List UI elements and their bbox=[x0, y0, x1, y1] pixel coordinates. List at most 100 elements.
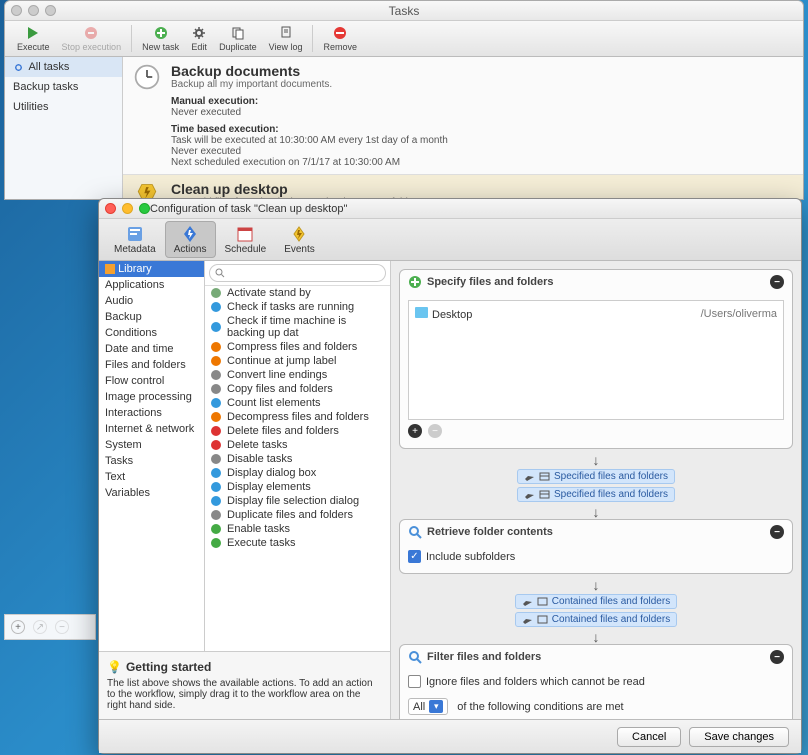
task-row[interactable]: Backup documents Backup all my important… bbox=[123, 57, 803, 175]
lightbulb-icon: 💡 bbox=[107, 660, 122, 674]
task-desc: Backup all my important documents. bbox=[171, 79, 448, 90]
action-item[interactable]: Enable tasks bbox=[205, 522, 390, 536]
flow-arrow-icon: ↓ bbox=[399, 453, 793, 467]
file-row[interactable]: Desktop /Users/oliverma bbox=[413, 305, 779, 323]
duplicate-button[interactable]: Duplicate bbox=[213, 21, 263, 56]
tab-actions[interactable]: Actions bbox=[165, 221, 216, 258]
collapse-button[interactable]: − bbox=[770, 525, 784, 539]
cat-item[interactable]: Text bbox=[99, 469, 204, 485]
action-item[interactable]: Activate stand by bbox=[205, 286, 390, 300]
file-list[interactable]: Desktop /Users/oliverma bbox=[408, 300, 784, 420]
task-row[interactable]: Clean up desktop Move old files from the… bbox=[123, 175, 803, 199]
output-pill[interactable]: Specified files and folders bbox=[517, 469, 675, 484]
tab-events[interactable]: Events bbox=[275, 221, 324, 258]
cat-item[interactable]: System bbox=[99, 437, 204, 453]
action-icon bbox=[210, 439, 222, 451]
zoom-icon[interactable] bbox=[139, 203, 150, 214]
task-title: Backup documents bbox=[171, 63, 448, 79]
remove-file-button: − bbox=[428, 424, 442, 438]
action-item[interactable]: Convert line endings bbox=[205, 368, 390, 382]
task-title: Clean up desktop bbox=[171, 181, 419, 197]
action-icon bbox=[210, 321, 222, 333]
cat-item[interactable]: Conditions bbox=[99, 325, 204, 341]
cancel-button[interactable]: Cancel bbox=[617, 727, 681, 747]
output-pill[interactable]: Contained files and folders bbox=[515, 594, 677, 609]
action-item[interactable]: Delete tasks bbox=[205, 438, 390, 452]
action-item[interactable]: Count list elements bbox=[205, 396, 390, 410]
tab-schedule[interactable]: Schedule bbox=[216, 221, 276, 258]
action-item[interactable]: Continue at jump label bbox=[205, 354, 390, 368]
tasks-list: Backup documents Backup all my important… bbox=[123, 57, 803, 199]
config-titlebar: Configuration of task "Clean up desktop" bbox=[99, 199, 801, 219]
help-panel: 💡Getting started The list above shows th… bbox=[99, 652, 390, 719]
save-button[interactable]: Save changes bbox=[689, 727, 789, 747]
action-item[interactable]: Copy files and folders bbox=[205, 382, 390, 396]
action-list[interactable]: Activate stand byCheck if tasks are runn… bbox=[205, 286, 390, 651]
add-group-button[interactable]: + bbox=[11, 620, 25, 634]
config-toolbar: Metadata Actions Schedule Events bbox=[99, 219, 801, 261]
flow-arrow-icon: ↓ bbox=[399, 630, 793, 644]
action-item[interactable]: Delete files and folders bbox=[205, 424, 390, 438]
cat-library[interactable]: Library bbox=[99, 261, 204, 277]
action-search-input[interactable] bbox=[209, 264, 386, 282]
help-text: The list above shows the available actio… bbox=[107, 678, 382, 711]
cat-item[interactable]: Internet & network bbox=[99, 421, 204, 437]
action-item[interactable]: Check if tasks are running bbox=[205, 300, 390, 314]
action-item[interactable]: Decompress files and folders bbox=[205, 410, 390, 424]
sidebar-item-all-tasks[interactable]: All tasks bbox=[5, 57, 122, 77]
action-item[interactable]: Display elements bbox=[205, 480, 390, 494]
config-title: Configuration of task "Clean up desktop" bbox=[150, 203, 347, 215]
action-item[interactable]: Check if time machine is backing up dat bbox=[205, 314, 390, 340]
traffic-max-icon[interactable] bbox=[45, 5, 56, 16]
traffic-close-icon[interactable] bbox=[11, 5, 22, 16]
add-file-button[interactable]: + bbox=[408, 424, 422, 438]
action-icon bbox=[210, 495, 222, 507]
action-icon bbox=[210, 467, 222, 479]
category-list[interactable]: Library Applications Audio Backup Condit… bbox=[99, 261, 205, 651]
sidebar-item-utilities[interactable]: Utilities bbox=[5, 97, 122, 117]
cat-item[interactable]: Flow control bbox=[99, 373, 204, 389]
tab-metadata[interactable]: Metadata bbox=[105, 221, 165, 258]
cat-item[interactable]: Date and time bbox=[99, 341, 204, 357]
step-retrieve-contents: Retrieve folder contents − ✓ Include sub… bbox=[399, 519, 793, 574]
action-item[interactable]: Execute tasks bbox=[205, 536, 390, 550]
folder-icon bbox=[415, 307, 428, 318]
actions-left-pane: Library Applications Audio Backup Condit… bbox=[99, 261, 391, 719]
match-mode-select[interactable]: All▾ bbox=[408, 698, 448, 715]
execute-button[interactable]: Execute bbox=[11, 21, 56, 56]
close-icon[interactable] bbox=[105, 203, 116, 214]
include-subfolders-checkbox[interactable]: ✓ Include subfolders bbox=[408, 550, 784, 563]
input-pill[interactable]: Contained files and folders bbox=[515, 612, 677, 627]
action-item[interactable]: Duplicate files and folders bbox=[205, 508, 390, 522]
remove-button[interactable]: Remove bbox=[317, 21, 363, 56]
share-button: ↗ bbox=[33, 620, 47, 634]
sidebar-item-backup[interactable]: Backup tasks bbox=[5, 77, 122, 97]
cat-item[interactable]: Backup bbox=[99, 309, 204, 325]
magnifier-icon bbox=[408, 650, 422, 664]
clock-icon bbox=[133, 63, 161, 91]
minimize-icon[interactable] bbox=[122, 203, 133, 214]
ignore-unreadable-checkbox[interactable]: Ignore files and folders which cannot be… bbox=[408, 675, 784, 688]
action-item[interactable]: Disable tasks bbox=[205, 452, 390, 466]
action-item[interactable]: Display dialog box bbox=[205, 466, 390, 480]
viewlog-button[interactable]: View log bbox=[263, 21, 309, 56]
collapse-button[interactable]: − bbox=[770, 275, 784, 289]
cat-item[interactable]: Tasks bbox=[99, 453, 204, 469]
edit-button[interactable]: Edit bbox=[185, 21, 213, 56]
cat-item[interactable]: Image processing bbox=[99, 389, 204, 405]
cat-item[interactable]: Files and folders bbox=[99, 357, 204, 373]
collapse-button[interactable]: − bbox=[770, 650, 784, 664]
flow-arrow-icon: ↓ bbox=[399, 505, 793, 519]
new-task-button[interactable]: New task bbox=[136, 21, 185, 56]
cat-item[interactable]: Audio bbox=[99, 293, 204, 309]
cat-item[interactable]: Interactions bbox=[99, 405, 204, 421]
action-item[interactable]: Compress files and folders bbox=[205, 340, 390, 354]
action-item[interactable]: Display file selection dialog bbox=[205, 494, 390, 508]
workflow-area[interactable]: Specify files and folders − Desktop /Use… bbox=[391, 261, 801, 719]
cat-item[interactable]: Variables bbox=[99, 485, 204, 501]
tasks-window-title: Tasks bbox=[5, 4, 803, 18]
traffic-min-icon[interactable] bbox=[28, 5, 39, 16]
input-pill[interactable]: Specified files and folders bbox=[517, 487, 675, 502]
plus-circle-icon bbox=[408, 275, 422, 289]
cat-item[interactable]: Applications bbox=[99, 277, 204, 293]
